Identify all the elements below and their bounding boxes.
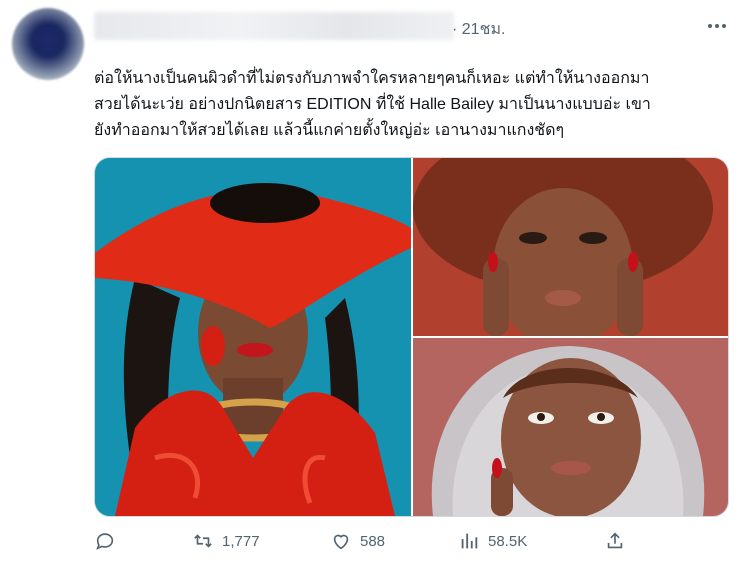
retweet-icon <box>194 534 212 548</box>
heart-icon <box>333 534 349 550</box>
tweet-actions: 1,777 588 58.5K <box>94 530 734 558</box>
tweet-text-line: ต่อให้นางเป็นคนผิวดำที่ไม่ตรงกับภาพจำใคร… <box>94 70 650 87</box>
more-dots-icon[interactable] <box>705 14 729 38</box>
author-name-blurred[interactable] <box>94 12 454 40</box>
tweet-time[interactable]: 21ชม. <box>462 21 506 38</box>
media-grid <box>94 157 729 517</box>
tweet-text-line: ยังทำออกมาให้สวยได้เลย แล้วนี้แกค่ายตั้ง… <box>94 122 565 139</box>
media-photo-afro[interactable] <box>413 158 728 336</box>
media-photo-sequin-hood[interactable] <box>413 338 728 516</box>
tweet-text-line: สวยได้นะเว่ย อย่างปกนิตยสาร EDITION ที่ใ… <box>94 96 651 113</box>
share-icon <box>607 532 623 549</box>
reply-button[interactable] <box>94 530 124 552</box>
like-count: 588 <box>360 532 386 550</box>
photo-illustration <box>95 158 411 516</box>
retweet-count: 1,777 <box>222 532 260 550</box>
photo-illustration <box>413 338 728 516</box>
like-button[interactable]: 588 <box>330 530 385 552</box>
tweet-text: ต่อให้นางเป็นคนผิวดำที่ไม่ตรงกับภาพจำใคร… <box>94 66 734 144</box>
tweet-timestamp[interactable]: · 21ชม. <box>452 17 505 42</box>
reply-icon <box>96 533 114 550</box>
media-photo-red-hat[interactable] <box>95 158 411 516</box>
views-button[interactable]: 58.5K <box>458 530 527 552</box>
avatar[interactable] <box>12 8 84 80</box>
views-chart-icon <box>461 533 478 549</box>
retweet-button[interactable]: 1,777 <box>192 530 260 552</box>
views-count: 58.5K <box>488 532 528 550</box>
photo-illustration <box>413 158 728 336</box>
share-button[interactable] <box>604 530 626 552</box>
